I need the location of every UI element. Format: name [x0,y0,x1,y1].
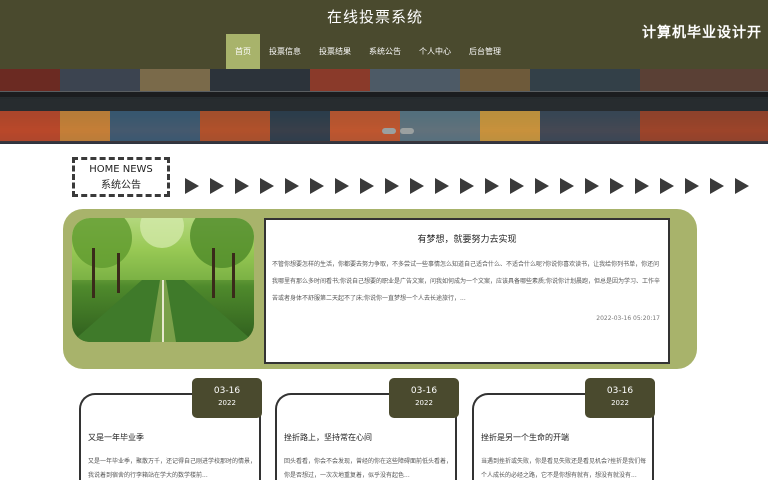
banner-building [60,69,140,91]
arrow-icon [735,178,749,194]
arrow-icon [260,178,274,194]
site-title: 在线投票系统 [326,8,423,26]
banner-reflection [200,111,270,141]
card-date-badge: 03-16 2022 [389,378,459,418]
arrow-icon [435,178,449,194]
banner-reflection [270,111,330,141]
featured-text: 不管你想要怎样的生活，你都要去努力争取，不多尝试一些事情怎么知道自己适合什么、不… [272,261,661,302]
featured-image [72,218,254,342]
arrow-icon [660,178,674,194]
card-text: 当遇到挫折或失败，你是看见失败还是看见机会?挫折是我们每个人成长的必经之路，它不… [481,458,647,479]
card-title[interactable]: 挫折路上，坚持常在心间 [284,432,372,443]
page: 在线投票系统 计算机毕业设计开 首页 投票信息 投票结果 系统公告 个人中心 后… [0,0,768,480]
arrow-icon [310,178,324,194]
nav-item-home[interactable]: 首页 [226,34,260,69]
arrow-icon [185,178,199,194]
arrow-icon [685,178,699,194]
arrow-icon [560,178,574,194]
arrow-icon [385,178,399,194]
arrow-icon [610,178,624,194]
nav-item-vote-results[interactable]: 投票结果 [310,34,360,69]
arrow-icon [585,178,599,194]
banner-building [0,69,60,91]
featured-news-card[interactable]: 有梦想，就要努力去实现 不管你想要怎样的生活，你都要去努力争取，不多尝试一些事情… [63,209,697,369]
banner-reflection [540,111,640,141]
card-text: 又是一年毕业季，聚散万千，还记得自己刚进学校那时的情景，我说着到宿舍的行李箱站在… [88,458,257,479]
banner-reflection [480,111,540,141]
card-year: 2022 [611,399,629,407]
banner-railing [0,91,768,97]
carousel-dots [382,128,414,134]
arrow-icon [460,178,474,194]
decorative-arrows [185,178,749,194]
banner-reflection [400,111,480,141]
card-year: 2022 [218,399,236,407]
arrow-icon [285,178,299,194]
banner-building [460,69,530,91]
card-date: 03-16 [410,386,438,396]
featured-title[interactable]: 有梦想，就要努力去实现 [266,232,668,245]
carousel-dot[interactable] [382,128,396,134]
watermark-text: 计算机毕业设计开 [642,25,762,41]
news-title-en: HOME NEWS [89,164,153,175]
arrow-icon [485,178,499,194]
banner-reflection [330,111,400,141]
banner-carousel[interactable] [0,69,768,144]
featured-date: 2022-03-16 05:20:17 [596,315,660,322]
card-year: 2022 [415,399,433,407]
arrow-icon [335,178,349,194]
banner-building [210,69,310,91]
arrow-icon [710,178,724,194]
arrow-icon [210,178,224,194]
card-date: 03-16 [606,386,634,396]
banner-building [370,69,460,91]
news-section-heading: HOME NEWS 系统公告 [72,157,170,197]
header-bar: 在线投票系统 计算机毕业设计开 首页 投票信息 投票结果 系统公告 个人中心 后… [0,0,768,69]
banner-reflection [110,111,200,141]
banner-building [310,69,370,91]
banner-reflection [60,111,110,141]
tree-path-illustration [72,218,254,342]
carousel-dot[interactable] [400,128,414,134]
card-title[interactable]: 挫折是另一个生命的开端 [481,432,569,443]
featured-content: 有梦想，就要努力去实现 不管你想要怎样的生活，你都要去努力争取，不多尝试一些事情… [264,218,670,364]
main-nav: 首页 投票信息 投票结果 系统公告 个人中心 后台管理 [226,34,510,69]
nav-item-personal-center[interactable]: 个人中心 [410,34,460,69]
banner-reflection [0,111,60,141]
nav-item-admin[interactable]: 后台管理 [460,34,510,69]
banner-reflection [640,111,768,141]
banner-building [140,69,210,91]
arrow-icon [510,178,524,194]
arrow-icon [535,178,549,194]
arrow-icon [410,178,424,194]
arrow-icon [635,178,649,194]
card-title[interactable]: 又是一年毕业季 [88,432,144,443]
banner-building [530,69,640,91]
arrow-icon [360,178,374,194]
card-date-badge: 03-16 2022 [585,378,655,418]
card-date-badge: 03-16 2022 [192,378,262,418]
banner-building [640,69,768,91]
banner-water [0,99,768,111]
card-date: 03-16 [213,386,241,396]
nav-item-announcements[interactable]: 系统公告 [360,34,410,69]
arrow-icon [235,178,249,194]
card-text: 回头看看，你会不会发现，曾经的你在这些障碍面前低头看着，你是否想过，一次次地重复… [284,458,453,479]
news-title-cn: 系统公告 [101,180,141,191]
nav-item-vote-info[interactable]: 投票信息 [260,34,310,69]
